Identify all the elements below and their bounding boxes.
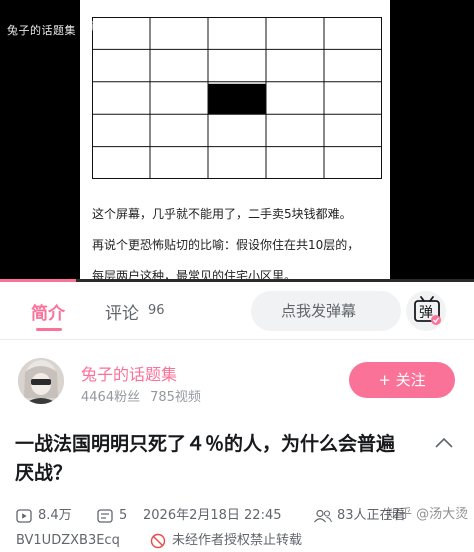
follow-button[interactable]: + 关注 [349,362,455,398]
tab-comments[interactable]: 评论 [105,299,139,324]
slide-text: 这个屏幕，几乎就不能用了，二手卖5块钱都难。 再说个更恐怖贴切的比喻：假设你住在… [92,205,382,282]
chevron-up-icon[interactable] [434,436,454,450]
bvid[interactable]: BV1UDZXB3Ecq [16,532,120,550]
pixel-grid-illustration [92,17,382,179]
dead-pixel-cell [208,83,266,115]
follower-count: 4464粉丝 [81,390,141,405]
reprint-notice: 未经作者授权禁止转载 [172,533,303,548]
danmaku-toggle-icon: 弹 [414,296,441,325]
uploader-watermark: 兔子的话题集 [7,24,76,37]
play-count-icon [16,509,32,523]
tab-intro[interactable]: 简介 [31,299,65,324]
no-reprint-icon [150,533,166,549]
publish-date: 2026年2月18日 22:45 [143,508,282,523]
zhihu-watermark: 知乎 @汤大烫 [386,507,469,522]
tab-bar: 简介 评论 96 点我发弹幕 弹 [0,282,474,340]
video-title: 一战法国明明只死了４％的人，为什么会普遍厌战？ [15,433,396,484]
uploader-name[interactable]: 兔子的话题集 [81,361,177,385]
bvid-row: BV1UDZXB3Ecq 未经作者授权禁止转载 [16,532,466,552]
comments-count: 96 [148,303,165,318]
active-tab-indicator [36,328,62,331]
danmaku-input[interactable]: 点我发弹幕 [251,291,401,331]
video-frame-slide: 这个屏幕，几乎就不能用了，二手卖5块钱都难。 再说个更恐怖贴切的比喻：假设你住在… [80,0,390,282]
avatar[interactable] [18,358,64,404]
video-player[interactable]: 这个屏幕，几乎就不能用了，二手卖5块钱都难。 再说个更恐怖贴切的比喻：假设你住在… [0,0,474,282]
danmaku-button-glyph: 弹 [419,305,433,321]
slide-line: 这个屏幕，几乎就不能用了，二手卖5块钱都难。 [92,207,352,221]
danmaku-toggle-button[interactable]: 弹 [406,291,446,331]
watching-icon [314,509,333,523]
video-count: 785视频 [150,390,201,405]
bilibili-watermark: bili [80,20,105,35]
slide-line: 再说个更恐怖贴切的比喻：假设你住在共10层的， [92,238,360,252]
danmaku-count: 5 [119,508,128,523]
danmaku-count-icon [97,509,113,523]
play-count: 8.4万 [38,508,72,523]
uploader-stats: 4464粉丝 785视频 [81,386,201,405]
